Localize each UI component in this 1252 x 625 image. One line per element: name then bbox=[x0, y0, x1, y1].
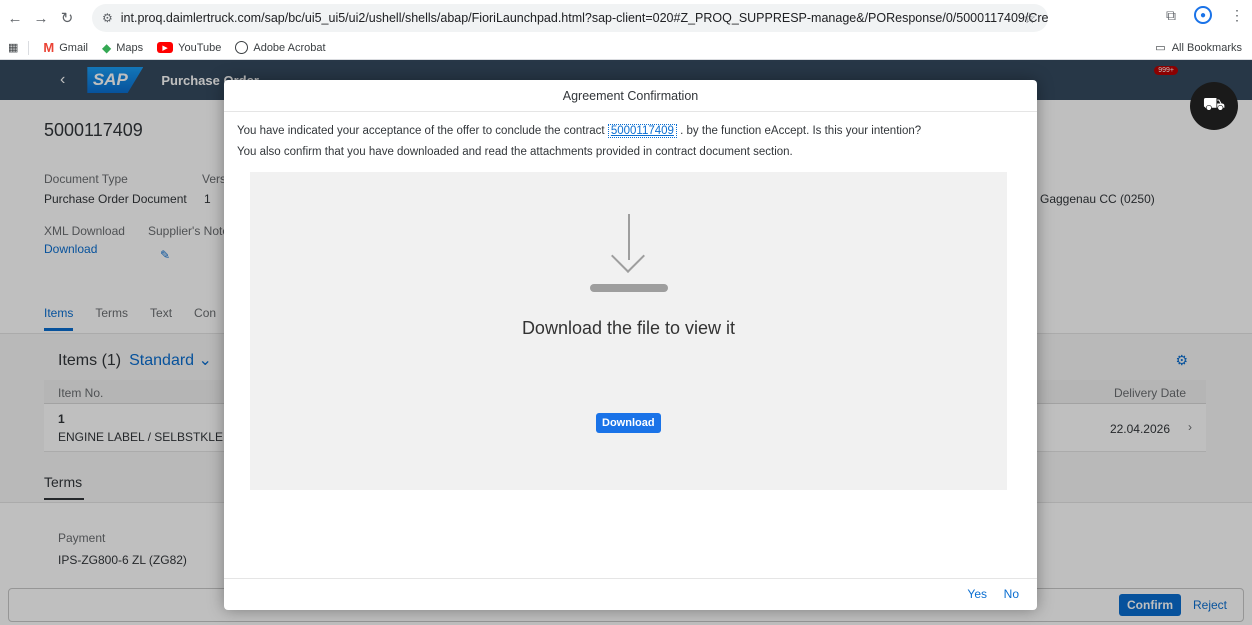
site-info-icon[interactable]: ⚙ bbox=[102, 11, 113, 25]
yes-button[interactable]: Yes bbox=[967, 587, 987, 601]
menu-kebab-icon[interactable]: ⋮ bbox=[1230, 7, 1244, 24]
document-viewer: Download the file to view it Download bbox=[250, 172, 1007, 490]
bookmark-label: Adobe Acrobat bbox=[253, 41, 326, 54]
download-button[interactable]: Download bbox=[596, 413, 661, 433]
no-button[interactable]: No bbox=[1004, 587, 1019, 601]
dialog-footer: Yes No bbox=[224, 578, 1037, 610]
reload-icon[interactable]: ↻ bbox=[56, 7, 78, 29]
dialog-text-after: . by the function eAccept. Is this your … bbox=[680, 125, 922, 137]
bookmark-star-icon[interactable]: ☆ bbox=[1023, 10, 1036, 27]
bookmark-gmail[interactable]: M Gmail bbox=[43, 40, 88, 55]
dialog-title: Agreement Confirmation bbox=[224, 80, 1037, 112]
bookmark-maps[interactable]: ◆ Maps bbox=[102, 41, 143, 55]
arrow-base bbox=[590, 284, 668, 292]
bookmarks-divider bbox=[28, 40, 30, 55]
viewer-message: Download the file to view it bbox=[521, 318, 736, 338]
dialog-message-line2: You also confirm that you have downloade… bbox=[237, 146, 793, 158]
agreement-confirmation-dialog: Agreement Confirmation You have indicate… bbox=[224, 80, 1037, 610]
maps-pin-icon: ◆ bbox=[101, 40, 112, 55]
apps-grid-icon[interactable]: ▦ bbox=[8, 41, 18, 54]
profile-icon[interactable]: ● bbox=[1194, 6, 1212, 24]
url-text[interactable]: int.proq.daimlertruck.com/sap/bc/ui5_ui5… bbox=[121, 11, 1048, 25]
back-arrow-icon[interactable]: ← bbox=[4, 7, 26, 29]
forward-arrow-icon[interactable]: → bbox=[30, 7, 52, 29]
bookmark-label: Maps bbox=[116, 41, 144, 54]
all-bookmarks[interactable]: ▭ All Bookmarks bbox=[1155, 41, 1242, 55]
address-bar[interactable]: ⚙ int.proq.daimlertruck.com/sap/bc/ui5_u… bbox=[92, 4, 1048, 32]
gmail-icon: M bbox=[43, 40, 55, 55]
browser-toolbar: ← → ↻ ⚙ int.proq.daimlertruck.com/sap/bc… bbox=[0, 0, 1252, 36]
bookmark-youtube[interactable]: ▶ YouTube bbox=[157, 42, 221, 54]
extensions-icon[interactable]: ⧉ bbox=[1166, 7, 1176, 24]
arrow-head bbox=[611, 239, 645, 273]
truck-icon[interactable]: ⛟ bbox=[1190, 82, 1238, 130]
bookmark-label: Gmail bbox=[59, 41, 88, 54]
all-bookmarks-label: All Bookmarks bbox=[1171, 41, 1242, 54]
youtube-icon: ▶ bbox=[157, 42, 174, 53]
folder-icon: ▭ bbox=[1155, 42, 1166, 54]
acrobat-icon bbox=[235, 41, 249, 54]
bookmark-label: YouTube bbox=[178, 41, 222, 54]
contract-number-link[interactable]: 5000117409 bbox=[607, 124, 677, 138]
dialog-message-line1: You have indicated your acceptance of th… bbox=[237, 124, 922, 138]
dialog-text-before: You have indicated your acceptance of th… bbox=[237, 125, 605, 137]
bookmark-adobe-acrobat[interactable]: Adobe Acrobat bbox=[235, 41, 326, 54]
bookmarks-bar: ▦ M Gmail ◆ Maps ▶ YouTube Adobe Acrobat… bbox=[0, 36, 1252, 60]
